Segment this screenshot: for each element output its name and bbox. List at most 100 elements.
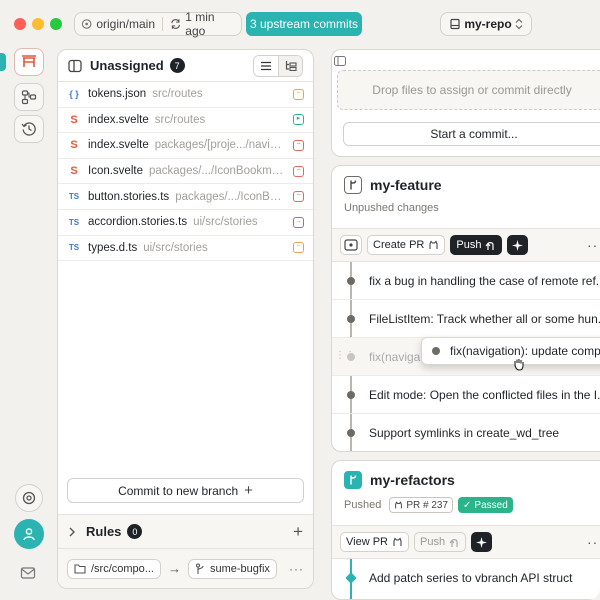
- svelte-file-icon: S: [70, 139, 78, 152]
- upstream-commits-button[interactable]: 3 upstream commits: [246, 12, 362, 36]
- branches-nav-button[interactable]: [14, 83, 44, 111]
- commit-dot: [347, 429, 355, 437]
- file-row[interactable]: TS types.d.ts ui/src/stories ~: [58, 236, 313, 262]
- rule-branch-chip[interactable]: sume-bugfix: [187, 558, 277, 579]
- deleted-status-icon: −: [293, 191, 304, 203]
- chevron-right-icon: [69, 527, 75, 536]
- file-row[interactable]: { } tokens.json src/routes ~: [58, 82, 313, 108]
- file-name: tokens.json: [88, 88, 147, 101]
- more-options-icon[interactable]: ···: [289, 562, 304, 576]
- typescript-file-icon: TS: [68, 192, 80, 202]
- commit-row[interactable]: Add patch series to vbranch API struct: [332, 559, 600, 597]
- file-name: button.stories.ts: [88, 190, 170, 203]
- add-rule-button[interactable]: +: [293, 522, 303, 542]
- rule-item[interactable]: /src/compo... → sume-bugfix ···: [58, 548, 313, 588]
- push-button-disabled[interactable]: Push: [413, 532, 467, 552]
- branch-subtitle-row: Pushed PR # 237 ✓ Passed: [332, 489, 600, 513]
- tree-view-button[interactable]: [278, 55, 302, 76]
- file-path: ui/src/stories: [143, 241, 208, 254]
- commit-message: fix(naviga: [369, 350, 421, 364]
- deleted-status-icon: −: [293, 165, 304, 177]
- user-avatar[interactable]: [14, 519, 44, 549]
- pr-number-chip[interactable]: PR # 237: [389, 497, 454, 513]
- branch-icon: [344, 176, 362, 194]
- branch-name[interactable]: my-feature: [370, 177, 442, 193]
- start-commit-button[interactable]: Start a commit...: [343, 122, 600, 146]
- github-icon: [429, 240, 438, 249]
- grab-cursor-icon: [514, 359, 524, 371]
- unassigned-panel: Unassigned 7 { } tokens.json src/routes …: [57, 49, 314, 589]
- sparkle-icon: [512, 239, 524, 251]
- added-status-icon: ▸: [293, 114, 304, 126]
- chevron-updown-icon: [515, 18, 523, 30]
- workspace-nav-button[interactable]: [14, 48, 44, 76]
- github-icon: [393, 537, 402, 546]
- mail-button[interactable]: [20, 566, 36, 583]
- file-path: packages/[proje.../navigati...: [154, 139, 287, 152]
- commit-to-new-branch-button[interactable]: Commit to new branch +: [67, 478, 304, 503]
- branch-more-options-icon[interactable]: ···: [587, 237, 600, 253]
- remote-branch-status[interactable]: origin/main 1 min ago: [74, 10, 242, 38]
- workspace-icon: [22, 55, 36, 67]
- collapse-panel-icon[interactable]: [334, 56, 346, 66]
- rules-header[interactable]: Rules 0 +: [58, 514, 313, 548]
- close-window-button[interactable]: [14, 18, 26, 30]
- ai-sparkle-button[interactable]: [507, 235, 529, 255]
- minimize-window-button[interactable]: [32, 18, 44, 30]
- drop-files-area[interactable]: Drop files to assign or commit directly: [337, 70, 600, 110]
- commit-dot: [347, 353, 355, 361]
- ai-sparkle-button[interactable]: [471, 532, 493, 552]
- push-label: Push: [419, 536, 446, 548]
- split-panel-icon[interactable]: [68, 59, 82, 73]
- list-view-button[interactable]: [254, 55, 278, 76]
- file-row[interactable]: S index.svelte src/routes ▸: [58, 108, 313, 134]
- commit-row[interactable]: Edit mode: Open the conflicted files in …: [332, 376, 600, 414]
- commit-message: Edit mode: Open the conflicted files in …: [369, 388, 600, 402]
- add-commit-button[interactable]: [340, 235, 362, 255]
- history-nav-button[interactable]: [14, 115, 44, 143]
- folder-icon: [74, 564, 86, 574]
- create-pr-label: Create PR: [373, 239, 425, 251]
- mail-icon: [20, 567, 36, 579]
- commit-row[interactable]: FileListItem: Track whether all or some …: [332, 300, 600, 338]
- file-row[interactable]: S Icon.svelte packages/.../IconBookmark.…: [58, 159, 313, 185]
- ci-status-badge: ✓ Passed: [458, 497, 513, 513]
- rules-label: Rules: [86, 524, 122, 539]
- sparkle-icon: [476, 536, 488, 548]
- file-path: src/routes: [154, 113, 206, 126]
- branches-icon: [21, 90, 37, 105]
- repo-icon: [450, 18, 460, 30]
- typescript-file-icon: TS: [68, 243, 80, 253]
- commit-dot: [347, 315, 355, 323]
- dragged-commit-card[interactable]: fix(navigation): update comp: [421, 337, 600, 365]
- view-pr-button[interactable]: View PR: [340, 532, 409, 552]
- svelte-file-icon: S: [70, 165, 78, 178]
- tree-icon: [285, 61, 297, 71]
- unassigned-file-list: { } tokens.json src/routes ~ S index.sve…: [58, 82, 313, 262]
- repo-selector[interactable]: my-repo: [440, 12, 532, 36]
- ci-status-label: Passed: [474, 499, 508, 511]
- file-name: index.svelte: [88, 139, 149, 152]
- sync-icon: [171, 19, 180, 29]
- push-button[interactable]: Push: [450, 235, 503, 255]
- file-row[interactable]: S index.svelte packages/[proje.../naviga…: [58, 133, 313, 159]
- branch-header: my-refactors: [332, 461, 600, 489]
- commit-row[interactable]: Support symlinks in create_wd_tree: [332, 414, 600, 451]
- file-row[interactable]: TS accordion.stories.ts ui/src/stories →: [58, 210, 313, 236]
- create-pr-button[interactable]: Create PR: [367, 235, 446, 255]
- branch-card-my-feature: my-feature Unpushed changes Create PR Pu…: [331, 165, 600, 452]
- file-row[interactable]: TS button.stories.ts packages/.../IconBo…: [58, 184, 313, 210]
- branch-card-my-refactors: my-refactors Pushed PR # 237 ✓ Passed Vi…: [331, 460, 600, 600]
- unassigned-header: Unassigned 7: [58, 50, 313, 82]
- branch-more-options-icon[interactable]: ···: [587, 534, 600, 550]
- branch-name[interactable]: my-refactors: [370, 472, 455, 488]
- svelte-file-icon: S: [70, 113, 78, 126]
- file-path: ui/src/stories: [193, 216, 258, 229]
- history-icon: [21, 122, 36, 136]
- branch-glyph-icon: [350, 475, 357, 485]
- commit-row[interactable]: fix a bug in handling the case of remote…: [332, 262, 600, 300]
- zoom-window-button[interactable]: [50, 18, 62, 30]
- settings-button[interactable]: [15, 484, 43, 512]
- commit-message: FileListItem: Track whether all or some …: [369, 312, 600, 326]
- rule-path-chip[interactable]: /src/compo...: [67, 558, 161, 579]
